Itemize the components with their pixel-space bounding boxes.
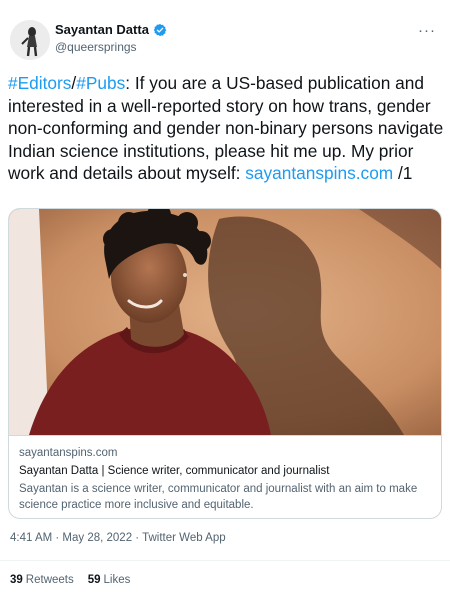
divider (0, 560, 450, 561)
card-photo (9, 209, 441, 435)
tweet-header: Sayantan Datta @queersprings ··· (0, 0, 450, 70)
card-image[interactable] (9, 209, 441, 435)
author-handle[interactable]: @queersprings (55, 40, 137, 54)
card-description: Sayantan is a science writer, communicat… (19, 483, 418, 511)
hashtag-pubs[interactable]: #Pubs (76, 73, 125, 93)
likes-stat[interactable]: 59 Likes (88, 574, 131, 586)
hashtag-editors[interactable]: #Editors (8, 73, 71, 93)
avatar-illustration (10, 20, 50, 60)
author-name-row: Sayantan Datta (55, 22, 167, 37)
retweets-stat[interactable]: 39 Retweets (10, 574, 74, 586)
likes-label: Likes (103, 574, 131, 586)
likes-count: 59 (87, 574, 101, 586)
link-preview-card[interactable]: sayantanspins.com Sayantan Datta | Scien… (8, 208, 442, 519)
tweet-suffix: /1 (393, 163, 413, 183)
tweet-link[interactable]: sayantanspins.com (245, 163, 393, 183)
tweet-text: #Editors/#Pubs: If you are a US-based pu… (8, 72, 444, 185)
verified-badge-icon (153, 23, 167, 36)
card-body: sayantanspins.com Sayantan Datta | Scien… (9, 435, 441, 513)
author-display-name[interactable]: Sayantan Datta (55, 22, 149, 37)
retweets-label: Retweets (25, 574, 74, 586)
engagement-stats: 39 Retweets 59 Likes (10, 574, 130, 586)
more-options-icon[interactable]: ··· (418, 22, 436, 39)
avatar[interactable] (10, 20, 50, 60)
retweets-count: 39 (10, 574, 23, 586)
card-domain: sayantanspins.com (19, 447, 118, 459)
card-title[interactable]: Sayantan Datta | Science writer, communi… (19, 463, 431, 480)
tweet-timestamp[interactable]: 4:41 AM · May 28, 2022 · Twitter Web App (10, 532, 226, 544)
